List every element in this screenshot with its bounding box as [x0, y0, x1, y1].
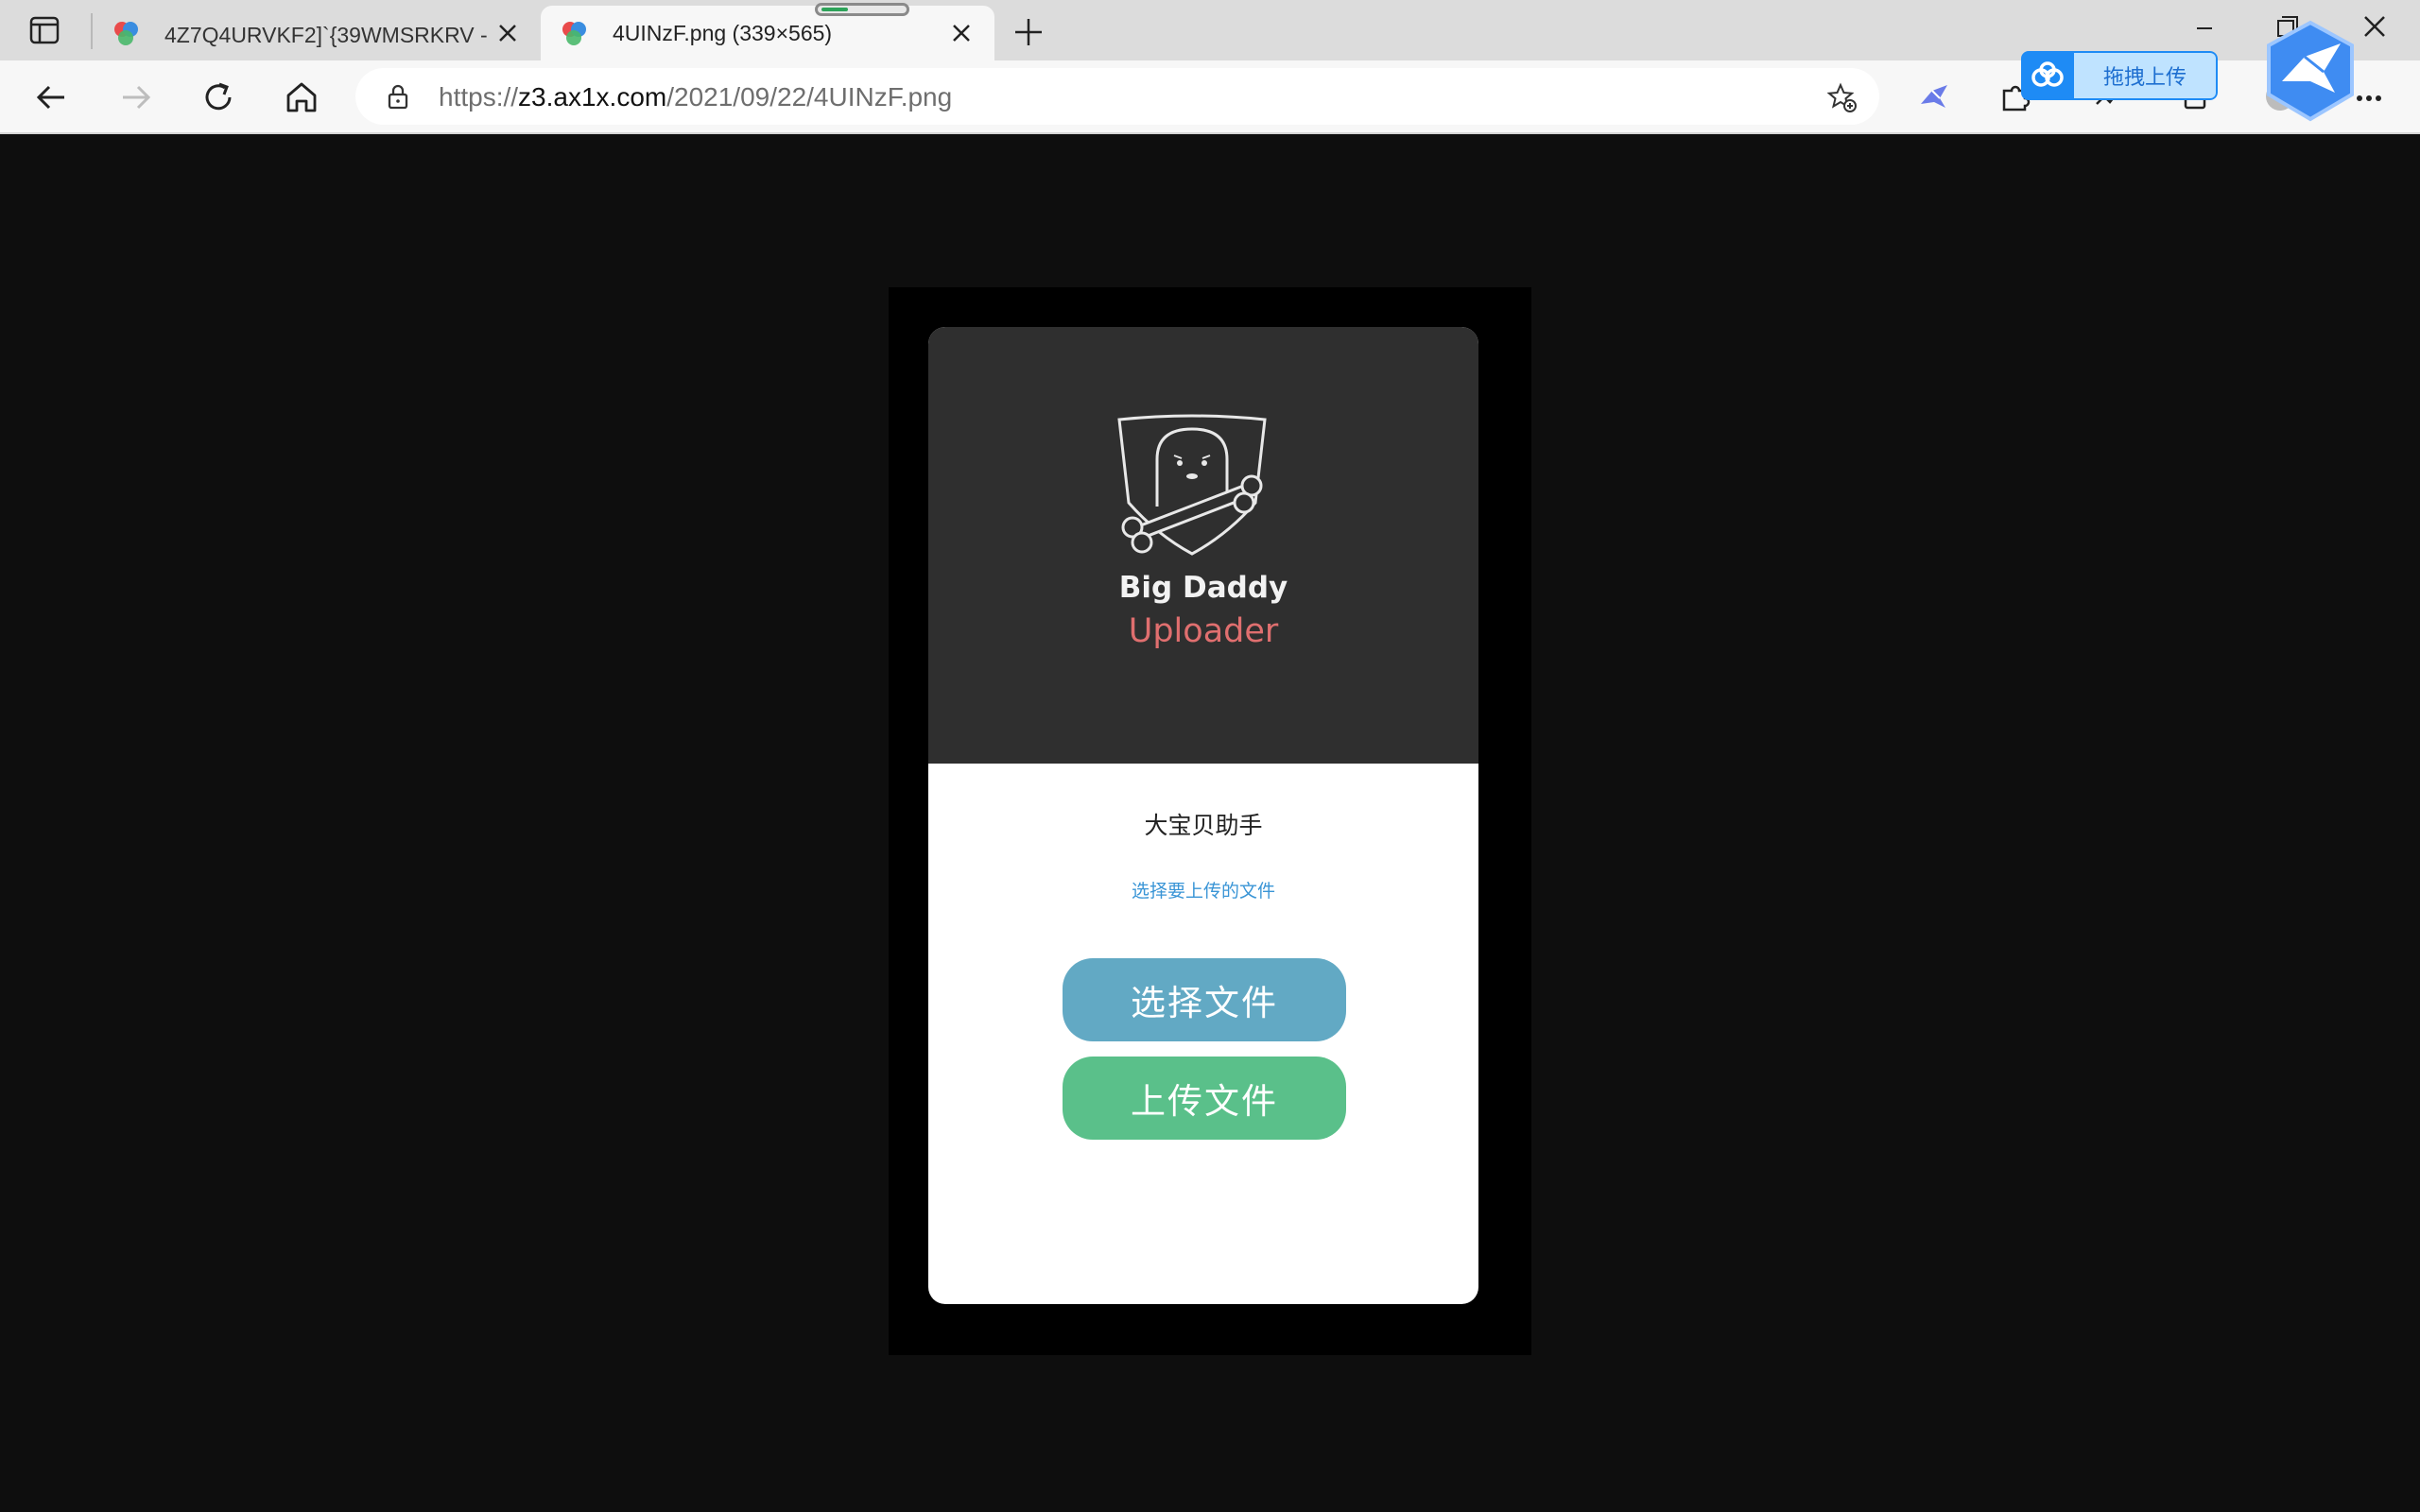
brand-subtitle: Uploader	[1128, 612, 1279, 650]
colorful-favicon-icon	[114, 22, 138, 45]
url-text[interactable]: https://z3.ax1x.com/2021/09/22/4UINzF.pn…	[439, 82, 952, 112]
colorful-favicon-icon	[562, 22, 586, 45]
drag-upload-widget[interactable]: 拖拽上传	[2021, 51, 2218, 100]
brand-title: Big Daddy	[1118, 571, 1288, 605]
cloud-icon	[2021, 51, 2074, 100]
tab-title: 4Z7Q4URVKF2]`{39WMSRKRV - 图	[164, 23, 495, 47]
plus-icon[interactable]	[1010, 13, 1047, 51]
upload-hint: 选择要上传的文件	[1131, 881, 1275, 902]
bird-extension-icon[interactable]	[1913, 76, 1955, 117]
upload-file-button[interactable]: 上传文件	[1063, 1057, 1346, 1140]
drag-indicator[interactable]	[815, 3, 909, 16]
url-path: /2021/09/22/4UINzF.png	[666, 82, 953, 112]
image-viewer: Big Daddy Uploader 大宝贝助手 选择要上传的文件 选择文件 上…	[0, 134, 2420, 1512]
tab-title: 4UINzF.png (339×565)	[613, 20, 833, 45]
url-prefix: https://	[439, 82, 519, 112]
minimize-icon[interactable]	[2184, 6, 2225, 47]
uploader-card: Big Daddy Uploader 大宝贝助手 选择要上传的文件 选择文件 上…	[928, 327, 1478, 1304]
address-bar[interactable]: https://z3.ax1x.com/2021/09/22/4UINzF.pn…	[355, 68, 1879, 125]
close-icon[interactable]	[949, 21, 974, 45]
image-frame: Big Daddy Uploader 大宝贝助手 选择要上传的文件 选择文件 上…	[889, 287, 1531, 1355]
tab-actions-icon[interactable]	[21, 11, 68, 49]
choose-file-button[interactable]: 选择文件	[1063, 958, 1346, 1041]
lock-icon[interactable]	[384, 82, 412, 111]
dog-bone-logo-icon	[1117, 414, 1267, 556]
drag-upload-label: 拖拽上传	[2074, 51, 2218, 100]
refresh-icon[interactable]	[197, 76, 240, 119]
forward-arrow-icon[interactable]	[113, 76, 157, 119]
card-header: Big Daddy Uploader	[928, 327, 1478, 764]
back-arrow-icon[interactable]	[30, 76, 74, 119]
tab-inactive[interactable]: 4Z7Q4URVKF2]`{39WMSRKRV - 图	[93, 6, 541, 60]
url-host: z3.ax1x.com	[518, 82, 667, 112]
close-icon[interactable]	[495, 21, 520, 45]
star-add-icon[interactable]	[1826, 81, 1858, 113]
page-title: 大宝贝助手	[1144, 812, 1263, 839]
tab-active[interactable]: 4UINzF.png (339×565)	[541, 6, 994, 60]
home-icon[interactable]	[280, 76, 323, 119]
bird-badge-icon[interactable]	[2257, 19, 2363, 125]
